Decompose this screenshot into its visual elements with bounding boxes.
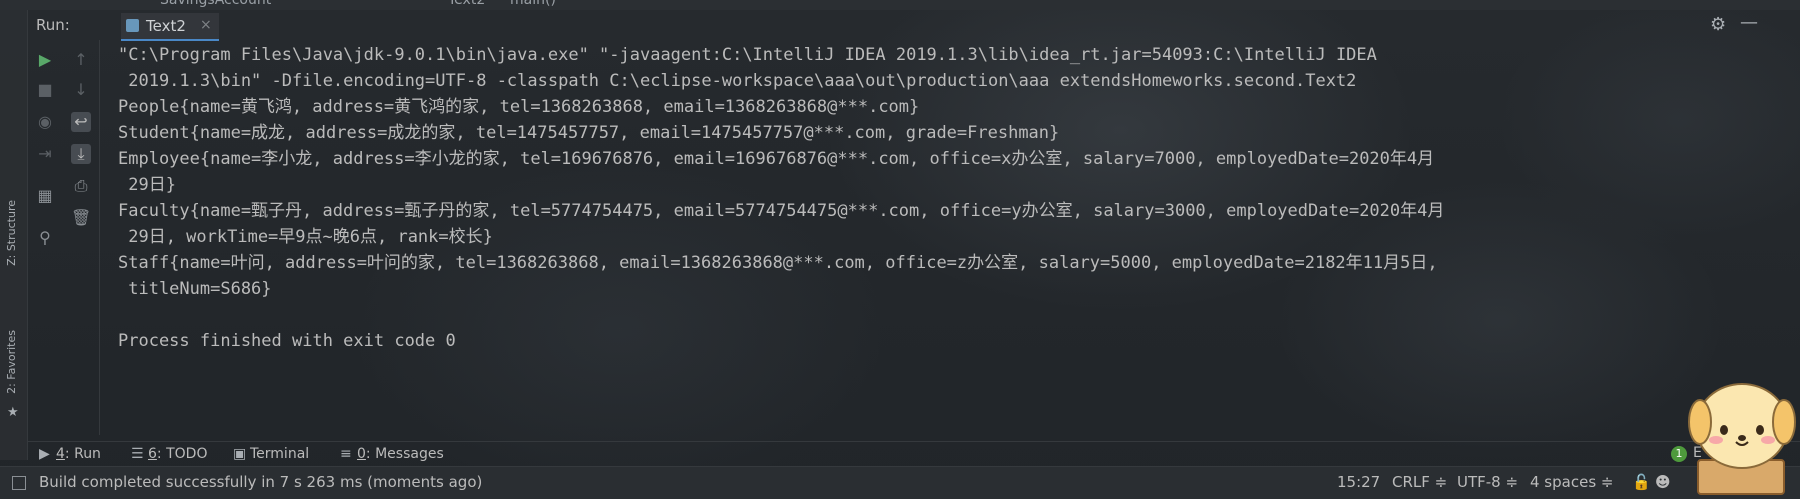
console-line: Staff{name=叶问, address=叶问的家, tel=1368263… xyxy=(118,253,1438,273)
line-separator[interactable]: CRLF ≑ xyxy=(1392,473,1447,491)
rerun-icon[interactable]: ▶ xyxy=(35,50,55,70)
tab-messages[interactable]: ≡ 0: Messages xyxy=(340,446,444,462)
console-line: 29日} xyxy=(118,175,176,195)
tab-run-number: 4 xyxy=(56,446,65,462)
pin-icon[interactable]: ⚲ xyxy=(35,228,55,248)
camera-icon[interactable]: ◉ xyxy=(35,112,55,132)
caret-position[interactable]: 15:27 xyxy=(1337,473,1380,491)
arrow-up-icon[interactable]: ↑ xyxy=(71,50,91,70)
terminal-icon: ▣ xyxy=(233,446,247,462)
console-line: "C:\Program Files\Java\jdk-9.0.1\bin\jav… xyxy=(118,45,1377,65)
tab-todo[interactable]: ☰ 6: TODO xyxy=(131,446,207,462)
favorites-tab-label: 2: Favorites xyxy=(5,330,18,394)
run-title: Run: xyxy=(36,16,70,34)
tab-terminal-label: Terminal xyxy=(250,446,310,462)
run-toolbar-primary: ▶ ■ ◉ ⇥ ▦ ⚲ xyxy=(27,40,61,435)
arrow-down-icon[interactable]: ↓ xyxy=(71,80,91,100)
print-icon[interactable]: ⎙ xyxy=(71,176,91,196)
console-line: Employee{name=李小龙, address=李小龙的家, tel=16… xyxy=(118,149,1435,169)
bottom-tool-tabs: ▶ 4: Run ☰ 6: TODO ▣ Terminal ≡ 0: Messages … xyxy=(27,441,1800,467)
status-bar: Build completed successfully in 7 s 263 … xyxy=(0,466,1800,499)
messages-icon: ≡ xyxy=(340,446,352,462)
file-encoding[interactable]: UTF-8 ≑ xyxy=(1457,473,1518,491)
tool-windows-icon[interactable] xyxy=(12,476,26,490)
editor-tab-fragment[interactable]: SavingsAccount xyxy=(160,0,271,8)
editor-tab-fragment[interactable]: main() xyxy=(510,0,556,8)
close-icon[interactable]: × xyxy=(200,17,212,33)
trash-icon[interactable]: 🗑 xyxy=(71,208,91,228)
console-output[interactable]: "C:\Program Files\Java\jdk-9.0.1\bin\jav… xyxy=(118,42,1778,354)
exit-icon[interactable]: ⇥ xyxy=(35,144,55,164)
favorites-tool-tab[interactable]: 2: Favorites xyxy=(5,330,18,394)
editor-tab-fragment[interactable]: Text2 xyxy=(448,0,485,8)
gear-icon[interactable]: ⚙ xyxy=(1710,14,1726,35)
tab-terminal[interactable]: ▣ Terminal xyxy=(233,446,309,462)
scroll-to-end-icon[interactable]: ⤓ xyxy=(71,144,91,164)
tab-run-label: : Run xyxy=(64,446,101,462)
stop-icon[interactable]: ■ xyxy=(35,80,55,100)
tab-messages-number: 0 xyxy=(357,446,366,462)
soft-wrap-icon[interactable]: ↩ xyxy=(71,112,91,132)
tab-run[interactable]: ▶ 4: Run xyxy=(39,446,101,462)
structure-tab-label: Z: Structure xyxy=(5,200,18,266)
list-icon: ☰ xyxy=(131,446,144,462)
console-line: 29日, workTime=早9点~晚6点, rank=校长} xyxy=(118,227,493,247)
tab-todo-label: : TODO xyxy=(156,446,208,462)
run-tool-window-header: Run: Text2 × ⚙ — xyxy=(27,10,1800,41)
tab-text2[interactable]: Text2 × xyxy=(121,13,219,41)
tab-messages-label: : Messages xyxy=(365,446,444,462)
editor-tab-strip: SavingsAccount Text2 main() xyxy=(0,0,1800,10)
console-line: Student{name=成龙, address=成龙的家, tel=14754… xyxy=(118,123,1060,143)
inspector-icon[interactable]: ☻ xyxy=(1655,473,1671,491)
run-config-icon xyxy=(126,19,139,32)
run-toolbar-secondary: ↑ ↓ ↩ ⤓ ⎙ 🗑 xyxy=(63,40,100,435)
lock-icon[interactable]: 🔓 xyxy=(1632,473,1651,491)
console-line: titleNum=S686} xyxy=(118,279,272,299)
status-message[interactable]: Build completed successfully in 7 s 263 … xyxy=(39,473,482,491)
structure-tool-tab[interactable]: Z: Structure xyxy=(5,200,18,266)
minimize-icon[interactable]: — xyxy=(1740,12,1758,33)
indent-setting[interactable]: 4 spaces ≑ xyxy=(1530,473,1613,491)
play-icon: ▶ xyxy=(39,446,50,462)
console-line: Process finished with exit code 0 xyxy=(118,331,456,351)
tab-label: Text2 xyxy=(146,17,186,35)
console-line: Faculty{name=甄子丹, address=甄子丹的家, tel=577… xyxy=(118,201,1445,221)
layout-icon[interactable]: ▦ xyxy=(35,186,55,206)
console-line: People{name=黄飞鸿, address=黄飞鸿的家, tel=1368… xyxy=(118,97,920,117)
star-icon: ★ xyxy=(7,405,19,420)
console-line: 2019.1.3\bin" -Dfile.encoding=UTF-8 -cla… xyxy=(118,71,1357,91)
left-tool-window-bar: Z: Structure 2: Favorites ★ xyxy=(0,10,28,460)
tab-todo-number: 6 xyxy=(148,446,157,462)
mascot-dog-image xyxy=(1688,383,1796,495)
